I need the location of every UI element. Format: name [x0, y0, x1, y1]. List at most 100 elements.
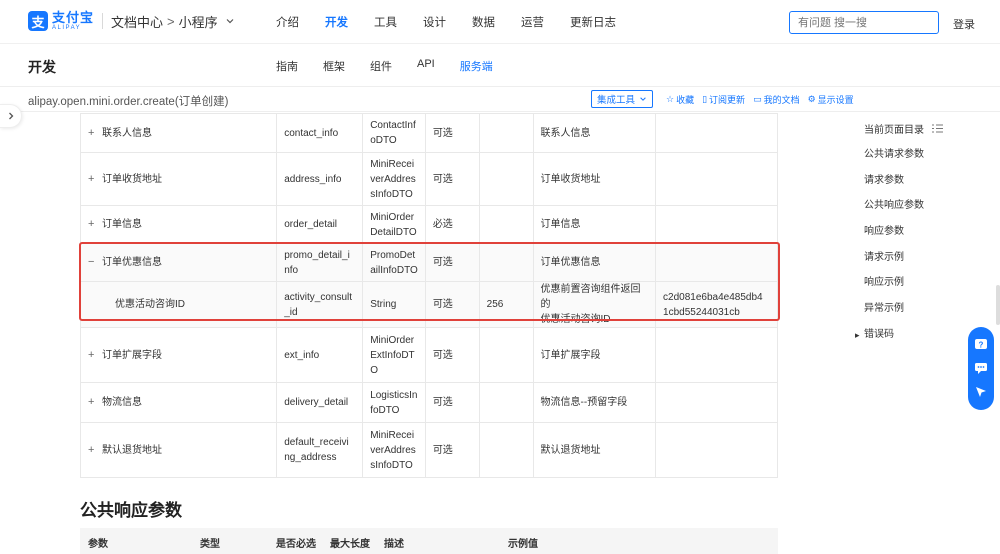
nav-develop[interactable]: 开发	[325, 14, 348, 30]
param-name: 订单扩展字段	[102, 349, 162, 361]
toc-item-response-example[interactable]: 响应示例	[864, 275, 984, 301]
expand-icon[interactable]: +	[88, 126, 100, 141]
param-maxlen	[478, 243, 534, 282]
collapse-icon[interactable]: −	[88, 255, 100, 270]
param-required: 可选	[424, 382, 480, 423]
alipay-logo[interactable]: 支 支付宝 ALIPAY 文档中心 > 小程序	[28, 11, 235, 31]
my-docs-label: 我的文档	[763, 95, 800, 105]
param-maxlen	[478, 205, 534, 244]
sidebar-expand-toggle[interactable]	[0, 104, 22, 128]
breadcrumb-separator: >	[167, 13, 175, 29]
table-row: + 订单扩展字段 ext_info MiniOrder ExtInfoDT O 可选 …	[79, 327, 778, 383]
param-required: 可选	[424, 243, 480, 282]
nav-tools[interactable]: 工具	[374, 14, 397, 30]
toc-item-request-example[interactable]: 请求示例	[864, 250, 984, 276]
col-header-example: 示例值	[508, 539, 538, 550]
param-field: address_info	[284, 173, 342, 185]
param-example	[655, 243, 778, 282]
alipay-logo-icon: 支	[28, 11, 48, 31]
list-icon[interactable]	[932, 124, 943, 133]
param-name: 订单信息	[102, 219, 142, 230]
col-header-desc: 描述	[384, 539, 404, 550]
table-row: 优惠活动咨询ID activity_consult _id String 可选 2…	[79, 281, 778, 328]
nav-data[interactable]: 数据	[472, 14, 495, 30]
param-desc: 订单收货地址	[540, 173, 601, 185]
param-type: verAddres	[370, 444, 416, 456]
param-maxlen	[478, 422, 534, 478]
param-field: default_receivi	[284, 437, 349, 448]
toc-item-public-request[interactable]: 公共请求参数	[864, 147, 984, 173]
param-required: 可选	[424, 327, 480, 383]
top-header: 支 支付宝 ALIPAY 文档中心 > 小程序 介绍 开发 工具 设计 数据 运…	[0, 0, 1000, 44]
param-required: 可选	[424, 281, 480, 328]
chat-icon[interactable]	[974, 361, 988, 375]
expand-icon[interactable]: +	[88, 395, 100, 410]
expand-icon[interactable]: +	[88, 217, 100, 232]
param-field: _id	[284, 306, 298, 318]
favorite-link[interactable]: ☆ 收藏	[666, 93, 694, 106]
tab-components[interactable]: 组件	[370, 58, 392, 74]
table-row: + 联系人信息 contact_info ContactInf oDTO 可选 联系…	[79, 113, 778, 153]
question-icon[interactable]: ?	[974, 338, 988, 352]
tab-server[interactable]: 服务端	[460, 58, 493, 74]
page-scrollbar[interactable]	[996, 285, 1000, 325]
svg-text:?: ?	[979, 340, 984, 349]
param-field: promo_detail_i	[284, 249, 350, 261]
param-type: verAddres	[370, 173, 416, 185]
floating-help-bar: ?	[968, 327, 994, 410]
nav-intro[interactable]: 介绍	[276, 14, 299, 30]
expand-icon[interactable]: +	[88, 172, 100, 187]
my-docs-link[interactable]: ▭ 我的文档	[753, 93, 800, 106]
chevron-down-icon[interactable]	[225, 16, 235, 26]
param-desc: 默认退货地址	[540, 444, 601, 456]
chevron-down-icon	[640, 97, 646, 101]
expand-icon[interactable]: +	[88, 443, 100, 458]
breadcrumb-doc-center[interactable]: 文档中心	[111, 12, 163, 31]
toc-item-error-codes[interactable]: 错误码	[855, 327, 984, 353]
table-row: + 订单收货地址 address_info MiniRecei verAddres s…	[79, 152, 778, 206]
cursor-icon[interactable]	[974, 385, 988, 399]
param-field: delivery_detail	[284, 397, 349, 408]
login-link[interactable]: 登录	[953, 16, 975, 32]
toc-item-response-params[interactable]: 响应参数	[864, 224, 984, 250]
tab-guide[interactable]: 指南	[276, 58, 298, 74]
expand-icon[interactable]: +	[88, 348, 100, 363]
param-field: order_detail	[284, 219, 338, 230]
toc-item-error-example[interactable]: 异常示例	[864, 301, 984, 327]
toc-item-public-response[interactable]: 公共响应参数	[864, 198, 984, 224]
param-type: DetailDTO	[370, 226, 417, 238]
nav-operations[interactable]: 运营	[521, 14, 544, 30]
param-example: c2d081e6ba4e485db4	[663, 291, 763, 303]
param-maxlen	[478, 327, 534, 383]
subscribe-link[interactable]: ▯ 订阅更新	[702, 93, 745, 106]
param-name: 订单收货地址	[102, 173, 162, 185]
sub-header: 开发 指南 框架 组件 API 服务端	[0, 44, 1000, 86]
param-required: 可选	[424, 152, 480, 206]
search-input[interactable]	[790, 12, 938, 33]
nav-design[interactable]: 设计	[423, 14, 446, 30]
breadcrumb-product[interactable]: 小程序	[179, 12, 218, 31]
tools-select-label: 集成工具	[597, 95, 636, 106]
display-settings-link[interactable]: ⚙ 显示设置	[808, 93, 854, 106]
param-name: 默认退货地址	[102, 444, 162, 456]
col-header-required: 是否必选	[276, 539, 316, 550]
param-field: nfo	[284, 264, 299, 276]
param-type: sInfoDTO	[370, 188, 413, 200]
param-required: 可选	[424, 422, 480, 478]
param-example	[655, 205, 778, 244]
tab-api[interactable]: API	[417, 58, 435, 74]
param-field: activity_consult	[284, 291, 353, 303]
integration-tools-select[interactable]: 集成工具	[591, 90, 653, 108]
toc-item-request-params[interactable]: 请求参数	[864, 173, 984, 199]
param-type: foDTO	[370, 404, 400, 416]
param-desc: 优惠前置咨询组件返回的	[540, 284, 641, 310]
param-maxlen	[478, 382, 534, 423]
param-type: ExtInfoDT	[370, 349, 415, 361]
param-desc: 物流信息--预留字段	[540, 397, 628, 408]
tab-framework[interactable]: 框架	[323, 58, 345, 74]
nav-changelog[interactable]: 更新日志	[570, 14, 616, 30]
param-field: ng_address	[284, 452, 337, 463]
param-type: String	[370, 299, 397, 310]
star-icon: ☆	[666, 94, 675, 104]
param-type: MiniOrder	[370, 334, 415, 346]
